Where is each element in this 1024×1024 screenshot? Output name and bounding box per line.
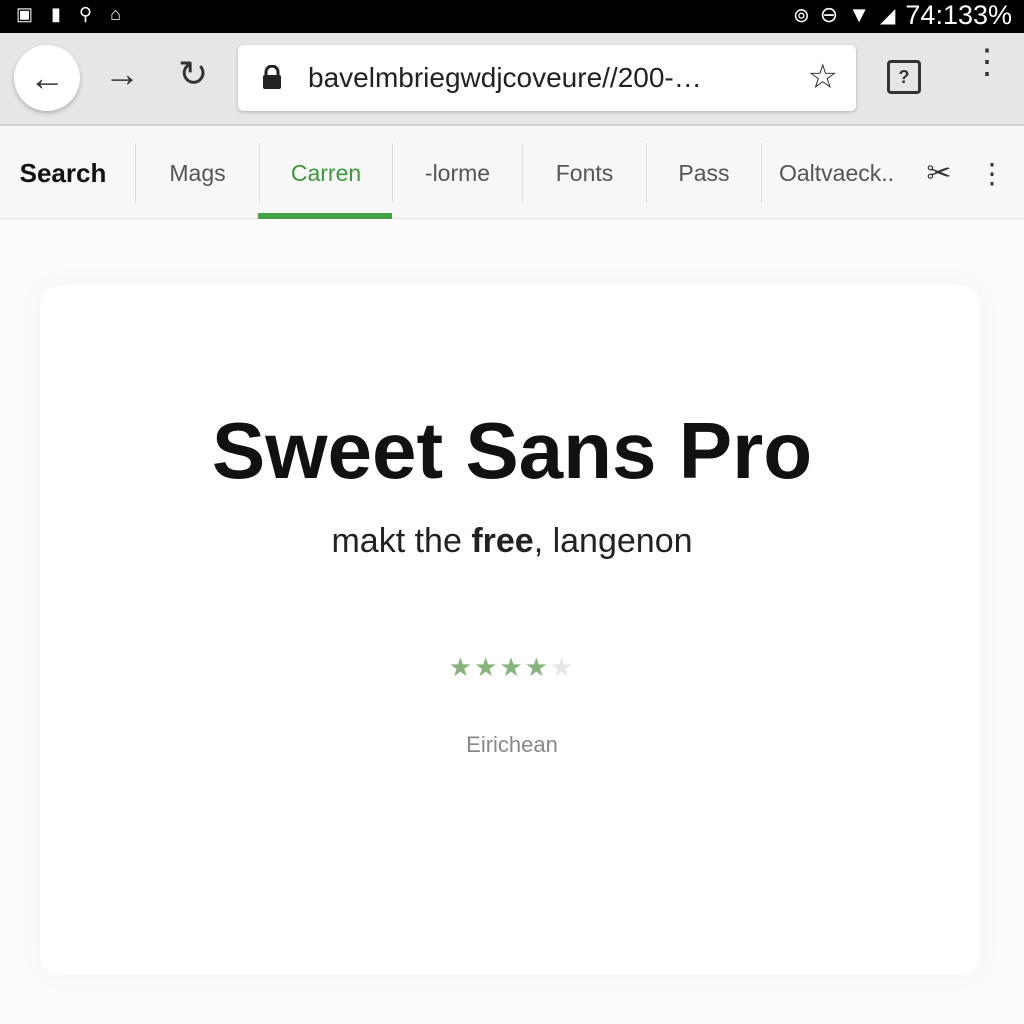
hotspot-icon: ⊚ <box>793 4 810 27</box>
star-rating: ★★★★★ <box>0 652 1024 683</box>
tab-pass[interactable]: Pass <box>646 143 761 203</box>
tagline-bold: free <box>471 522 534 560</box>
star-icon: ★ <box>474 652 500 682</box>
time-battery: 74:133% <box>905 0 1012 30</box>
gallery-icon: ▣ <box>16 4 34 24</box>
sim-icon: ▮ <box>51 4 61 24</box>
signal-icon: ◢ <box>880 4 896 27</box>
status-bar: ▣ ▮ ⚲ ⌂ ⊚ ⊖ ▼ ◢ 74:133% <box>0 0 1024 33</box>
back-button[interactable]: ← <box>14 45 80 111</box>
wifi-icon: ▼ <box>848 2 871 27</box>
url-text: bavelmbriegwdjcoveure//200-… <box>308 62 702 93</box>
tab-carren[interactable]: Carren <box>259 143 392 203</box>
forward-button[interactable]: → <box>104 53 140 95</box>
tab-lorme[interactable]: -lorme <box>392 143 522 203</box>
tab-bar: Search Mags Carren -lorme Fonts Pass Oal… <box>0 127 1024 219</box>
author-name: Eirichean <box>466 732 558 757</box>
location-icon: ⚲ <box>78 4 93 24</box>
star-icon: ★ <box>549 652 576 682</box>
star-icon: ★ <box>448 652 475 682</box>
browser-toolbar: ← → ↻ bavelmbriegwdjcoveure//200-… ☆ ? ⋮ <box>0 33 1024 126</box>
reload-icon: ↻ <box>178 53 209 94</box>
forward-arrow-icon: → <box>104 53 140 94</box>
font-card <box>40 285 980 975</box>
bookmark-star-icon[interactable]: ☆ <box>808 57 838 97</box>
tab-mags[interactable]: Mags <box>135 143 259 203</box>
scissors-icon[interactable]: ✂ <box>920 127 958 219</box>
tab-overflow-menu-icon[interactable]: ⋮ <box>978 127 1006 219</box>
tagline-post: , langenon <box>533 522 693 560</box>
back-arrow-icon: ← <box>29 57 65 98</box>
alarm-icon: ⊖ <box>819 2 839 27</box>
active-tab-indicator <box>258 213 392 219</box>
star-icon: ★ <box>499 652 525 682</box>
font-tagline: makt the free, langenon <box>0 522 1024 561</box>
menu-icon[interactable]: ⋮ <box>970 45 1004 79</box>
url-bar[interactable]: bavelmbriegwdjcoveure//200-… ☆ <box>238 45 856 111</box>
tab-fonts[interactable]: Fonts <box>522 143 646 203</box>
bag-icon: ⌂ <box>110 4 121 24</box>
tabs-button[interactable]: ? <box>887 60 921 94</box>
star-icon: ★ <box>524 652 550 682</box>
reload-button[interactable]: ↻ <box>178 53 208 95</box>
font-title: Sweet Sans Pro <box>211 406 813 495</box>
tab-search[interactable]: Search <box>18 127 108 219</box>
lock-icon <box>263 65 281 89</box>
tagline-pre: makt the <box>331 522 472 560</box>
tab-oaltvaeck[interactable]: Oaltvaeck.. <box>761 143 911 203</box>
